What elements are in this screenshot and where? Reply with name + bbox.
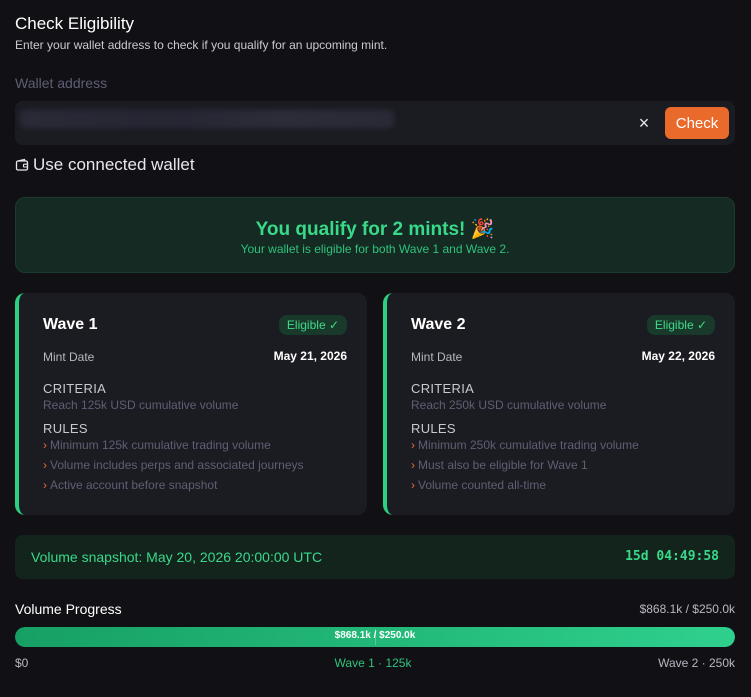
- progress-tick-wave-2: Wave 2 · 250k: [658, 656, 735, 670]
- chevron-right-icon: ›: [411, 458, 415, 472]
- rules-list: › Minimum 250k cumulative trading volume …: [411, 437, 639, 497]
- criteria-text: Reach 250k USD cumulative volume: [411, 398, 607, 412]
- eligible-badge: Eligible ✓: [278, 315, 347, 335]
- rule-item: › Volume includes perps and associated jo…: [43, 457, 304, 477]
- volume-progress-title: Volume Progress: [15, 601, 122, 617]
- mint-date-value: May 22, 2026: [641, 349, 715, 363]
- page-title: Check Eligibility: [15, 14, 135, 33]
- eligible-badge: Eligible ✓: [646, 315, 715, 335]
- wallet-address-label: Wallet address: [15, 75, 108, 91]
- progress-tick-wave-1: Wave 1 · 125k: [334, 656, 412, 670]
- qualification-banner: You qualify for 2 mints! 🎉 Your wallet i…: [15, 197, 735, 273]
- rules-heading: RULES: [43, 421, 88, 436]
- use-connected-wallet-label: Use connected wallet: [33, 155, 195, 174]
- wallet-input-row: × Check: [15, 101, 735, 145]
- criteria-heading: CRITERIA: [43, 381, 107, 396]
- volume-progress-summary: $868.1k / $250.0k: [639, 602, 735, 616]
- rule-item: › Active account before snapshot: [43, 477, 304, 497]
- rule-item: › Volume counted all-time: [411, 477, 639, 497]
- redacted-wallet-address: [21, 111, 393, 127]
- qualification-title: You qualify for 2 mints! 🎉: [255, 219, 495, 240]
- wallet-icon: [15, 158, 29, 171]
- rule-item: › Minimum 250k cumulative trading volume: [411, 437, 639, 457]
- use-connected-wallet-link[interactable]: Use connected wallet: [15, 155, 195, 175]
- chevron-right-icon: ›: [43, 438, 47, 452]
- volume-progress-label: $868.1k / $250.0k: [334, 630, 416, 641]
- chevron-right-icon: ›: [411, 438, 415, 452]
- snapshot-panel: Volume snapshot: May 20, 2026 20:00:00 U…: [15, 535, 735, 579]
- clear-input-button[interactable]: ×: [634, 113, 654, 133]
- criteria-heading: CRITERIA: [411, 381, 475, 396]
- wave-title: Wave 1: [43, 316, 98, 333]
- snapshot-time: Volume snapshot: May 20, 2026 20:00:00 U…: [31, 549, 323, 565]
- criteria-text: Reach 125k USD cumulative volume: [43, 398, 239, 412]
- mint-date-label: Mint Date: [43, 350, 95, 364]
- qualification-subtitle: Your wallet is eligible for both Wave 1 …: [240, 242, 510, 256]
- countdown-timer: 15d 04:49:58: [625, 549, 719, 564]
- mint-date-label: Mint Date: [411, 350, 463, 364]
- rule-text: Active account before snapshot: [50, 478, 218, 492]
- page-subtitle: Enter your wallet address to check if yo…: [15, 38, 388, 52]
- chevron-right-icon: ›: [43, 478, 47, 492]
- chevron-right-icon: ›: [43, 458, 47, 472]
- wave-2-card: Wave 2 Eligible ✓ Mint Date May 22, 2026…: [383, 293, 735, 515]
- wave-title: Wave 2: [411, 316, 466, 333]
- rule-text: Minimum 125k cumulative trading volume: [50, 438, 271, 452]
- rule-item: › Minimum 125k cumulative trading volume: [43, 437, 304, 457]
- progress-tick-start: $0: [15, 656, 29, 670]
- rule-text: Must also be eligible for Wave 1: [418, 458, 588, 472]
- chevron-right-icon: ›: [411, 478, 415, 492]
- check-button[interactable]: Check: [665, 107, 729, 139]
- rules-list: › Minimum 125k cumulative trading volume …: [43, 437, 304, 497]
- rule-text: Volume counted all-time: [418, 478, 547, 492]
- rule-text: Minimum 250k cumulative trading volume: [418, 438, 639, 452]
- rules-heading: RULES: [411, 421, 456, 436]
- rule-item: › Must also be eligible for Wave 1: [411, 457, 639, 477]
- volume-progress-bar: $868.1k / $250.0k: [15, 627, 735, 647]
- mint-date-value: May 21, 2026: [273, 349, 347, 363]
- wave-1-card: Wave 1 Eligible ✓ Mint Date May 21, 2026…: [15, 293, 367, 515]
- rule-text: Volume includes perps and associated jou…: [50, 458, 304, 472]
